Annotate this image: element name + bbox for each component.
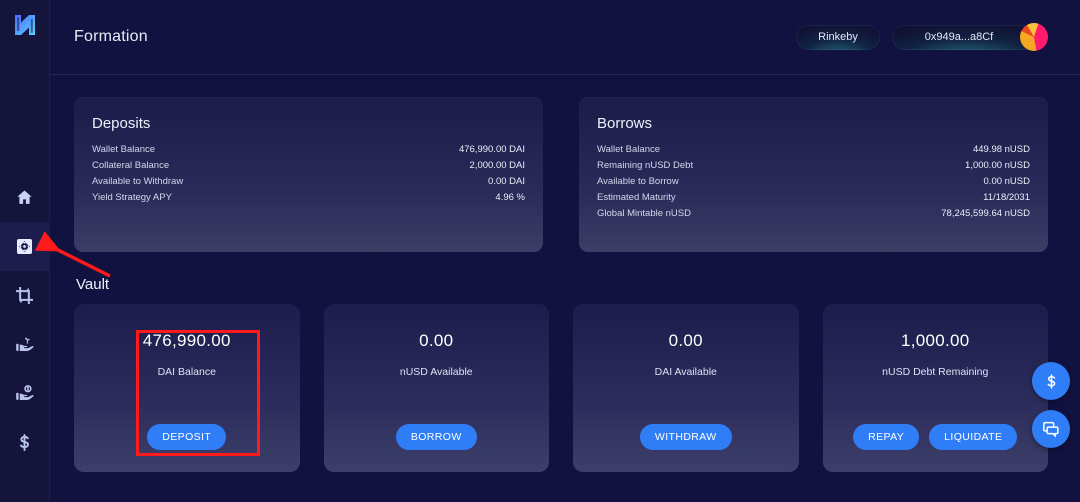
vault-card-dai-balance: 476,990.00 DAI Balance DEPOSIT (74, 304, 300, 472)
sidebar-item-transmute[interactable] (0, 271, 50, 320)
vault-label: DAI Balance (157, 366, 216, 378)
content-area: Deposits Wallet Balance 476,990.00 DAI C… (50, 75, 1080, 472)
deposit-button[interactable]: DEPOSIT (147, 424, 227, 450)
liquidate-button[interactable]: LIQUIDATE (929, 424, 1018, 450)
vault-label: nUSD Available (399, 366, 473, 378)
sidebar-nav (0, 173, 50, 467)
info-row: Collateral Balance 2,000.00 DAI (92, 157, 525, 173)
chat-fab[interactable] (1032, 410, 1070, 448)
vault-actions: DEPOSIT (74, 424, 300, 450)
withdraw-button[interactable]: WITHDRAW (639, 424, 732, 450)
sidebar-item-vault[interactable] (0, 222, 50, 271)
info-value: 11/18/2031 (983, 191, 1030, 203)
info-value: 0.00 DAI (488, 175, 525, 187)
info-value: 449.98 nUSD (972, 143, 1030, 155)
vault-label: DAI Available (654, 366, 717, 378)
vault-actions: WITHDRAW (573, 424, 799, 450)
info-label: Wallet Balance (92, 143, 156, 155)
sidebar-item-farm[interactable] (0, 320, 50, 369)
info-value: 2,000.00 DAI (469, 159, 525, 171)
page-title: Formation (74, 28, 148, 45)
info-value: 4.96 % (495, 191, 525, 203)
info-row: Remaining nUSD Debt 1,000.00 nUSD (597, 157, 1030, 173)
info-label: Wallet Balance (597, 143, 661, 155)
info-row: Available to Withdraw 0.00 DAI (92, 173, 525, 189)
sidebar-item-lend[interactable] (0, 369, 50, 418)
info-row: Estimated Maturity 11/18/2031 (597, 189, 1030, 205)
dollar-icon (15, 433, 34, 452)
vault-card-nusd-available: 0.00 nUSD Available BORROW (323, 304, 550, 472)
home-icon (17, 190, 32, 204)
hand-sprout-icon (16, 337, 34, 351)
info-row: Yield Strategy APY 4.96 % (92, 189, 525, 205)
sidebar-item-dollar[interactable] (0, 418, 50, 467)
info-value: 78,245,599.64 nUSD (941, 207, 1030, 219)
deposits-card: Deposits Wallet Balance 476,990.00 DAI C… (74, 97, 543, 252)
info-label: Collateral Balance (92, 159, 170, 171)
info-label: Global Mintable nUSD (597, 207, 691, 219)
info-row: Wallet Balance 476,990.00 DAI (92, 141, 525, 157)
info-value: 1,000.00 nUSD (965, 159, 1030, 171)
info-label: Estimated Maturity (597, 191, 676, 203)
info-label: Available to Borrow (597, 175, 679, 187)
summary-cards: Deposits Wallet Balance 476,990.00 DAI C… (74, 97, 1048, 252)
vault-amount: 0.00 (419, 331, 454, 350)
main-content: Formation Rinkeby 0x949a...a8Cf Deposits… (50, 0, 1080, 502)
info-row: Available to Borrow 0.00 nUSD (597, 173, 1030, 189)
info-row: Global Mintable nUSD 78,245,599.64 nUSD (597, 205, 1030, 221)
nucleus-n-logo-icon (14, 15, 35, 35)
vault-card-dai-available: 0.00 DAI Available WITHDRAW (573, 304, 799, 472)
info-label: Available to Withdraw (92, 175, 184, 187)
vault-safe-icon (16, 238, 33, 255)
vault-actions: REPAY LIQUIDATE (823, 424, 1049, 450)
dollar-icon (1047, 373, 1055, 389)
header-right-controls: Rinkeby 0x949a...a8Cf (796, 23, 1048, 51)
sidebar (0, 0, 50, 502)
transmute-icon (15, 286, 34, 305)
vault-cards: 476,990.00 DAI Balance DEPOSIT 0.00 nUSD… (74, 304, 1048, 472)
deposits-card-title: Deposits (92, 115, 151, 132)
chat-icon (1043, 421, 1059, 438)
sidebar-item-home[interactable] (0, 173, 50, 222)
vault-amount: 1,000.00 (900, 331, 970, 350)
vault-card-nusd-debt: 1,000.00 nUSD Debt Remaining REPAY LIQUI… (822, 304, 1049, 472)
info-row: Wallet Balance 449.98 nUSD (597, 141, 1030, 157)
vault-actions: BORROW (324, 424, 550, 450)
vault-section-title: Vault (76, 276, 110, 293)
vault-label: nUSD Debt Remaining (882, 366, 989, 378)
info-label: Remaining nUSD Debt (597, 159, 694, 171)
vault-amount: 476,990.00 (142, 331, 231, 350)
page-header: Formation Rinkeby 0x949a...a8Cf (50, 0, 1080, 75)
vault-amount: 0.00 (668, 331, 703, 350)
borrows-card-title: Borrows (597, 115, 653, 132)
borrows-card: Borrows Wallet Balance 449.98 nUSD Remai… (579, 97, 1048, 252)
app-root: Formation Rinkeby 0x949a...a8Cf Deposits… (0, 0, 1080, 502)
price-fab[interactable] (1032, 362, 1070, 400)
avatar[interactable] (1020, 23, 1048, 51)
info-label: Yield Strategy APY (92, 191, 172, 203)
borrow-button[interactable]: BORROW (395, 424, 477, 450)
network-badge[interactable]: Rinkeby (796, 24, 880, 50)
info-value: 476,990.00 DAI (458, 143, 525, 155)
info-value: 0.00 nUSD (983, 175, 1030, 187)
app-logo[interactable] (8, 8, 42, 42)
hand-coin-icon (16, 384, 34, 400)
repay-button[interactable]: REPAY (853, 424, 920, 450)
